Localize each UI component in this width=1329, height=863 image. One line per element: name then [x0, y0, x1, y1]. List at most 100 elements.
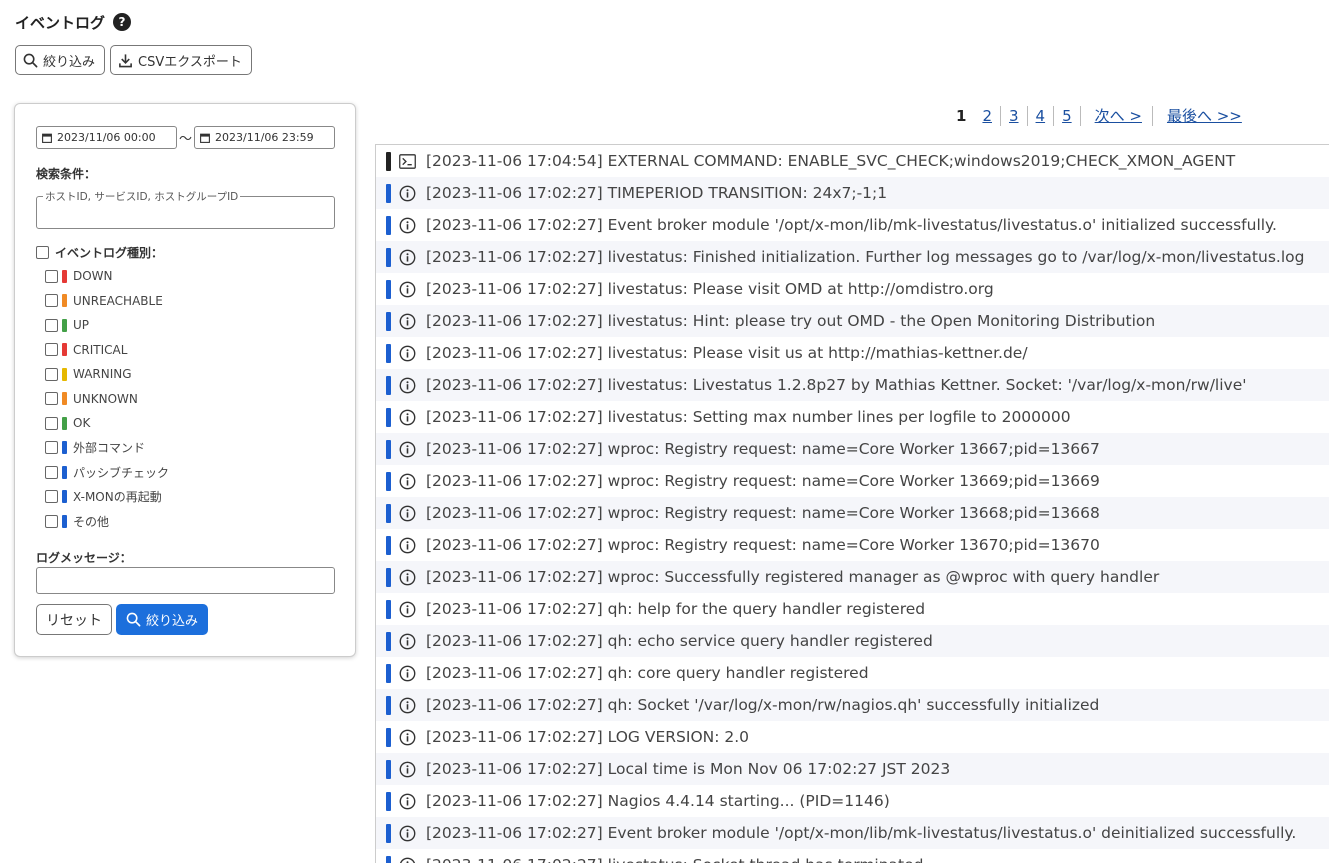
log-message: [2023-11-06 17:02:27] Nagios 4.4.14 star… — [426, 792, 890, 810]
event-type-option[interactable]: OK — [45, 411, 169, 436]
event-type-color-swatch — [62, 490, 67, 504]
apply-filter-button[interactable]: 絞り込み — [116, 604, 208, 635]
event-type-option[interactable]: CRITICAL — [45, 338, 169, 363]
event-type-color-swatch — [62, 367, 67, 381]
page-next-link[interactable]: 次へ > — [1081, 106, 1153, 126]
info-icon — [399, 313, 416, 330]
event-type-option-label: DOWN — [73, 269, 113, 284]
event-type-option[interactable]: DOWN — [45, 264, 169, 289]
event-type-option-label: CRITICAL — [73, 342, 128, 357]
log-severity-bar — [386, 439, 391, 459]
log-row: [2023-11-06 17:02:27] wproc: Registry re… — [376, 529, 1329, 561]
event-type-checkbox[interactable] — [45, 441, 58, 455]
page-link-4[interactable]: 4 — [1028, 106, 1055, 126]
event-type-option[interactable]: 外部コマンド — [45, 436, 169, 461]
date-range: 2023/11/06 00:00 〜 2023/11/06 23:59 — [36, 126, 336, 149]
page-last-link[interactable]: 最後へ >> — [1153, 106, 1250, 126]
event-type-option[interactable]: UNREACHABLE — [45, 289, 169, 314]
filter-panel: 2023/11/06 00:00 〜 2023/11/06 23:59 検索条件… — [14, 103, 356, 657]
log-severity-bar — [386, 855, 391, 863]
event-type-checkbox[interactable] — [45, 514, 58, 528]
event-type-option[interactable]: X-MONの再起動 — [45, 485, 169, 510]
info-icon — [399, 249, 416, 266]
date-to-input[interactable]: 2023/11/06 23:59 — [194, 126, 336, 149]
filter-toggle-button[interactable]: 絞り込み — [15, 45, 106, 75]
event-type-checkbox[interactable] — [45, 392, 58, 406]
event-type-color-swatch — [62, 465, 67, 479]
log-severity-bar — [386, 151, 391, 171]
reset-button[interactable]: リセット — [36, 604, 112, 635]
log-row: [2023-11-06 17:02:27] qh: core query han… — [376, 657, 1329, 689]
info-icon — [399, 537, 416, 554]
log-message: [2023-11-06 17:02:27] Local time is Mon … — [426, 760, 951, 778]
page-title: イベントログ — [15, 13, 106, 32]
event-type-checkbox[interactable] — [45, 318, 58, 332]
date-from-value: 2023/11/06 00:00 — [57, 131, 156, 144]
csv-export-button[interactable]: CSVエクスポート — [110, 45, 252, 75]
log-message: [2023-11-06 17:02:27] wproc: Registry re… — [426, 536, 1100, 554]
log-message: [2023-11-06 17:02:27] Event broker modul… — [426, 216, 1277, 234]
log-row: [2023-11-06 17:02:27] Event broker modul… — [376, 817, 1329, 849]
log-row: [2023-11-06 17:02:27] livestatus: Settin… — [376, 401, 1329, 433]
event-type-color-swatch — [62, 441, 67, 455]
log-row: [2023-11-06 17:02:27] livestatus: Socket… — [376, 849, 1329, 863]
help-icon[interactable]: ? — [113, 13, 132, 31]
event-type-checkbox[interactable] — [45, 343, 58, 357]
log-severity-bar — [386, 631, 391, 651]
log-row: [2023-11-06 17:02:27] Local time is Mon … — [376, 753, 1329, 785]
info-icon — [399, 857, 416, 863]
page-link-2[interactable]: 2 — [974, 106, 1001, 126]
log-message: [2023-11-06 17:02:27] wproc: Registry re… — [426, 440, 1100, 458]
log-row: [2023-11-06 17:02:27] qh: Socket '/var/l… — [376, 689, 1329, 721]
log-row: [2023-11-06 17:02:27] livestatus: Livest… — [376, 369, 1329, 401]
log-message: [2023-11-06 17:02:27] livestatus: Please… — [426, 280, 994, 298]
log-message: [2023-11-06 17:02:27] qh: Socket '/var/l… — [426, 696, 1100, 714]
page-current: 1 — [956, 107, 967, 125]
event-type-checkbox[interactable] — [45, 465, 58, 479]
event-type-option[interactable]: UNKNOWN — [45, 387, 169, 412]
event-type-label: イベントログ種別： — [55, 246, 164, 260]
log-severity-bar — [386, 567, 391, 587]
event-type-option[interactable]: その他 — [45, 509, 169, 534]
log-row: [2023-11-06 17:02:27] livestatus: Please… — [376, 337, 1329, 369]
event-type-option[interactable]: UP — [45, 313, 169, 338]
log-message-input[interactable] — [36, 567, 335, 594]
log-severity-bar — [386, 247, 391, 267]
event-type-color-swatch — [62, 294, 67, 308]
event-type-option[interactable]: パッシブチェック — [45, 460, 169, 485]
log-message-label: ログメッセージ： — [36, 551, 132, 565]
info-icon — [399, 409, 416, 426]
search-icon — [23, 53, 38, 67]
page-link-3[interactable]: 3 — [1001, 106, 1028, 126]
event-type-checkbox[interactable] — [45, 367, 58, 381]
date-separator: 〜 — [179, 132, 193, 147]
event-type-all-checkbox[interactable] — [36, 246, 49, 259]
search-icon — [126, 612, 141, 627]
log-message: [2023-11-06 17:02:27] wproc: Successfull… — [426, 568, 1160, 586]
date-to-value: 2023/11/06 23:59 — [215, 131, 314, 144]
log-message: [2023-11-06 17:02:27] qh: core query han… — [426, 664, 869, 682]
page-header: イベントログ ? — [15, 11, 132, 33]
toolbar: 絞り込み CSVエクスポート — [15, 45, 252, 75]
calendar-icon — [200, 133, 210, 143]
page-link-5[interactable]: 5 — [1054, 106, 1081, 126]
info-icon — [399, 377, 416, 394]
event-type-option[interactable]: WARNING — [45, 362, 169, 387]
log-message: [2023-11-06 17:02:27] livestatus: Finish… — [426, 248, 1305, 266]
log-severity-bar — [386, 311, 391, 331]
event-type-checkbox[interactable] — [45, 269, 58, 283]
search-condition-input[interactable]: ホストID, サービスID, ホストグループID — [36, 189, 335, 229]
download-icon — [119, 53, 132, 67]
date-from-input[interactable]: 2023/11/06 00:00 — [36, 126, 177, 149]
log-severity-bar — [386, 343, 391, 363]
event-type-checkbox[interactable] — [45, 416, 58, 430]
event-type-color-swatch — [62, 392, 67, 406]
log-severity-bar — [386, 183, 391, 203]
log-severity-bar — [386, 215, 391, 235]
event-type-color-swatch — [62, 318, 67, 332]
event-type-checkbox[interactable] — [45, 294, 58, 308]
log-message: [2023-11-06 17:02:27] livestatus: Please… — [426, 344, 1028, 362]
info-icon — [399, 825, 416, 842]
info-icon — [399, 569, 416, 586]
event-type-checkbox[interactable] — [45, 490, 58, 504]
